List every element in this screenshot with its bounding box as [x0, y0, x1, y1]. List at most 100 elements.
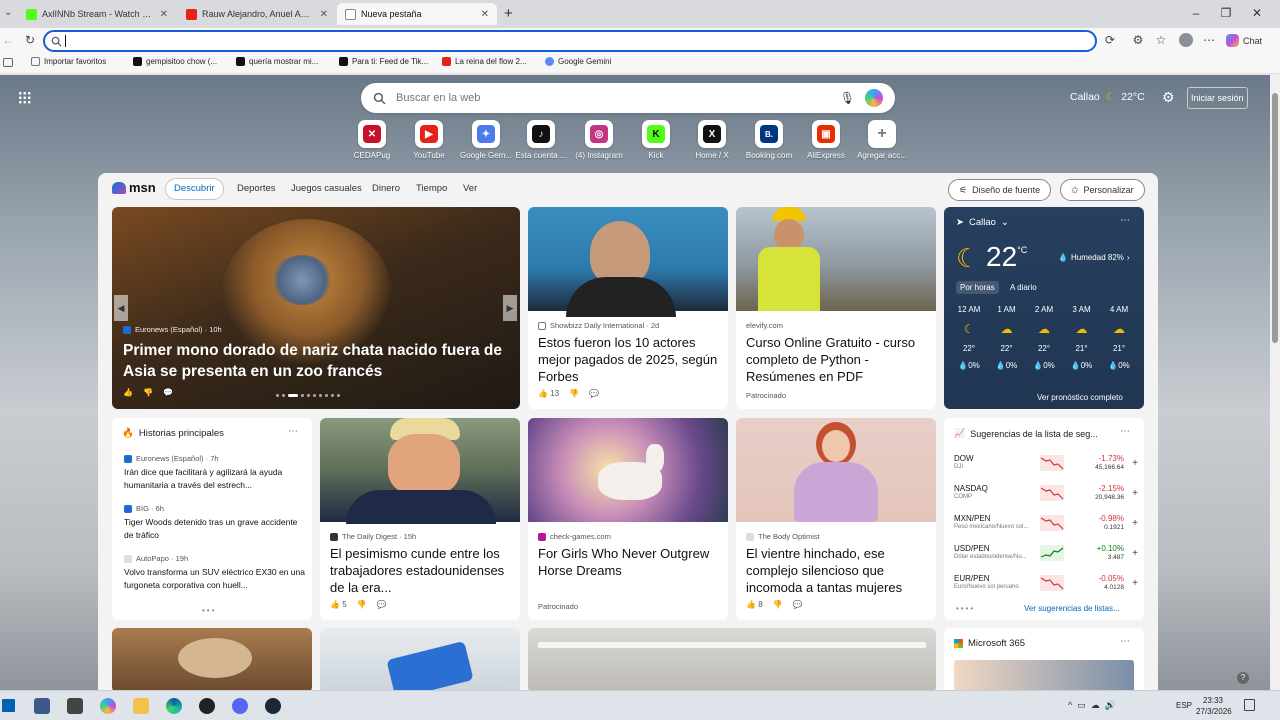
like-icon[interactable]: 👍 [123, 388, 133, 397]
obs-icon[interactable] [199, 698, 215, 714]
quicklink-booking[interactable]: B. Booking.com [737, 120, 801, 160]
comment-icon[interactable]: 💬 [163, 388, 173, 397]
stock-row[interactable]: NASDAQ COMP -2.15% 20,948.36 + [954, 478, 1138, 508]
top-story-2[interactable]: BIG · 6h Tiger Woods detenido tras un gr… [124, 504, 306, 542]
refresh-icon[interactable]: ↻ [22, 33, 38, 47]
carousel-dots[interactable] [276, 394, 356, 398]
top-story-3[interactable]: AutoPapo · 19h Volvo transforma un SUV e… [124, 554, 306, 592]
tab-hourly[interactable]: Por horas [956, 281, 999, 294]
scrollbar-thumb[interactable] [1272, 93, 1278, 343]
minimize-icon[interactable]: – [1188, 6, 1204, 20]
profile-avatar[interactable] [1179, 33, 1193, 47]
news-card-actors[interactable]: Showbizz Daily International · 2d Estos … [528, 207, 728, 409]
tab-sports[interactable]: Deportes [237, 183, 276, 194]
folder-icon[interactable] [3, 58, 13, 67]
more-options-icon[interactable]: ⋯ [1120, 215, 1130, 226]
close-tab-icon[interactable]: ✕ [320, 9, 328, 20]
dislike-icon[interactable]: 👎 [569, 389, 579, 398]
more-watchlists-link[interactable]: Ver sugerencias de listas... [1024, 604, 1120, 613]
apps-launcher-icon[interactable] [18, 91, 31, 104]
page-scrollbar[interactable] [1270, 75, 1280, 690]
more-options-icon[interactable]: ⋯ [1120, 426, 1130, 437]
quicklink-kick[interactable]: K Kick [624, 120, 688, 160]
stock-row[interactable]: MXN/PEN Peso mexicano/Nuevo sol... -0.98% 0… [954, 508, 1138, 538]
add-to-watchlist-icon[interactable]: + [1124, 548, 1138, 559]
windows-start-icon[interactable] [2, 699, 15, 712]
tab-casual-games[interactable]: Juegos casuales [291, 183, 362, 194]
quicklink-add[interactable]: + Agregar acc... [850, 120, 914, 160]
tab-daily[interactable]: A diario [1010, 283, 1037, 292]
news-card-credit[interactable] [320, 628, 520, 690]
quicklink-x[interactable]: X Home / X [680, 120, 744, 160]
news-card-kitchen[interactable] [528, 628, 936, 690]
edge-icon[interactable] [166, 698, 182, 714]
add-to-watchlist-icon[interactable]: + [1124, 518, 1138, 529]
calculator-icon[interactable] [67, 698, 83, 714]
dislike-icon[interactable]: 👎 [773, 600, 783, 609]
weather-full-forecast-link[interactable]: Ver pronóstico completo [1037, 393, 1123, 402]
stock-row[interactable]: EUR/PEN Euro/Nuevo sol peruano -0.05% 4.012… [954, 568, 1138, 598]
pager-dots[interactable]: ••• [202, 606, 216, 615]
stock-row[interactable]: USD/PEN Dólar estadounidense/Nu... +0.10% 3… [954, 538, 1138, 568]
tab-watch[interactable]: Ver [463, 183, 477, 194]
feed-layout-button[interactable]: ⚟ Diseño de fuente [948, 179, 1052, 201]
web-search-box[interactable]: Buscar en la web 🎙 [361, 83, 895, 113]
address-bar[interactable] [43, 30, 1097, 52]
weather-header[interactable]: Callao ☾ 22°C [1070, 91, 1145, 103]
favorite-tiktok-3[interactable]: Para ti: Feed de Tik... [339, 57, 428, 66]
microsoft365-widget[interactable]: Microsoft 365 ⋯ [944, 628, 1144, 690]
notifications-icon[interactable] [1244, 699, 1255, 711]
quicklink-cedapug[interactable]: ✕ CEDAPug [340, 120, 404, 160]
tab-youtube[interactable]: Rauw Alejandro, Anuel AA - Reloj ✕ [178, 3, 336, 25]
file-explorer-icon[interactable] [133, 698, 149, 714]
steam-icon[interactable] [265, 698, 281, 714]
add-to-watchlist-icon[interactable]: + [1124, 578, 1138, 589]
card-headline[interactable]: For Girls Who Never Outgrew Horse Dreams [538, 545, 723, 579]
favorite-tiktok-1[interactable]: gempisitoo chow (... [133, 57, 217, 66]
tab-weather[interactable]: Tiempo [416, 183, 447, 194]
quicklink-instagram[interactable]: ◎ (4) Instagram [567, 120, 631, 160]
more-options-icon[interactable]: ⋯ [288, 426, 298, 437]
settings-gear-icon[interactable]: ⚙ [1162, 89, 1175, 106]
tab-discover[interactable]: Descubrir [165, 178, 224, 200]
more-options-icon[interactable]: ⋯ [1120, 636, 1130, 647]
tab-money[interactable]: Dinero [372, 183, 400, 194]
pager-dots[interactable]: •••• [956, 604, 975, 613]
more-options-icon[interactable]: ⋯ [1201, 33, 1217, 47]
comment-icon[interactable]: 💬 [377, 600, 387, 609]
system-tray[interactable]: ^▭☁🔊 [1068, 700, 1121, 711]
tab-new-tab[interactable]: Nueva pestaña ✕ [337, 3, 497, 25]
copilot-icon[interactable] [865, 89, 883, 107]
comment-icon[interactable]: 💬 [589, 389, 599, 398]
close-tab-icon[interactable]: ✕ [160, 9, 168, 20]
like-icon[interactable]: 👍 13 [538, 389, 559, 398]
personalize-button[interactable]: ✩ Personalizar [1060, 179, 1145, 201]
new-tab-button[interactable]: + [504, 5, 513, 22]
quicklink-youtube[interactable]: ▶ YouTube [397, 120, 461, 160]
reload-page-icon[interactable]: ⟳ [1102, 33, 1118, 47]
like-icon[interactable]: 👍 8 [746, 600, 763, 609]
card-headline[interactable]: El vientre hinchado, ese complejo silenc… [746, 545, 931, 596]
watchlist-header[interactable]: 📈 Sugerencias de la lista de seg... [954, 428, 1098, 439]
language-indicator[interactable]: ESP [1176, 701, 1192, 710]
humidity-row[interactable]: 💧 Humedad 82% › [1058, 253, 1130, 262]
favorite-tiktok-2[interactable]: quería mostrar mi... [236, 57, 318, 66]
quicklink-tiktok[interactable]: ♪ Esta cuenta ... [509, 120, 573, 160]
card-headline[interactable]: Estos fueron los 10 actores mejor pagado… [538, 334, 720, 385]
back-icon[interactable]: ← [0, 33, 16, 47]
weather-location-row[interactable]: ➤ Callao ⌄ [956, 217, 1009, 228]
extensions-icon[interactable]: ⚙ [1130, 33, 1146, 47]
hero-card[interactable]: ◀ ▶ Euronews (Español) · 10h Primer mono… [112, 207, 520, 409]
prev-slide-button[interactable]: ◀ [114, 295, 128, 321]
top-story-1[interactable]: Euronews (Español) · 7h Irán dice que fa… [124, 454, 306, 492]
stock-row[interactable]: DOW DJI -1.73% 45,166.64 + [954, 448, 1138, 478]
favorites-star-icon[interactable]: ☆ [1153, 33, 1169, 47]
copilot-chat-button[interactable]: Chat [1226, 34, 1262, 47]
discord-icon[interactable] [232, 698, 248, 714]
favorite-youtube[interactable]: La reina del flow 2... [442, 57, 527, 66]
help-icon[interactable]: ? [1237, 672, 1249, 684]
weather-widget[interactable]: ➤ Callao ⌄ ⋯ ☾ 22 °C 💧 Humedad 82% › Por hora… [944, 207, 1144, 409]
add-to-watchlist-icon[interactable]: + [1124, 488, 1138, 499]
news-card-pessimism[interactable]: The Daily Digest · 15h El pesimismo cund… [320, 418, 520, 620]
microphone-icon[interactable]: 🎙 [840, 91, 855, 105]
